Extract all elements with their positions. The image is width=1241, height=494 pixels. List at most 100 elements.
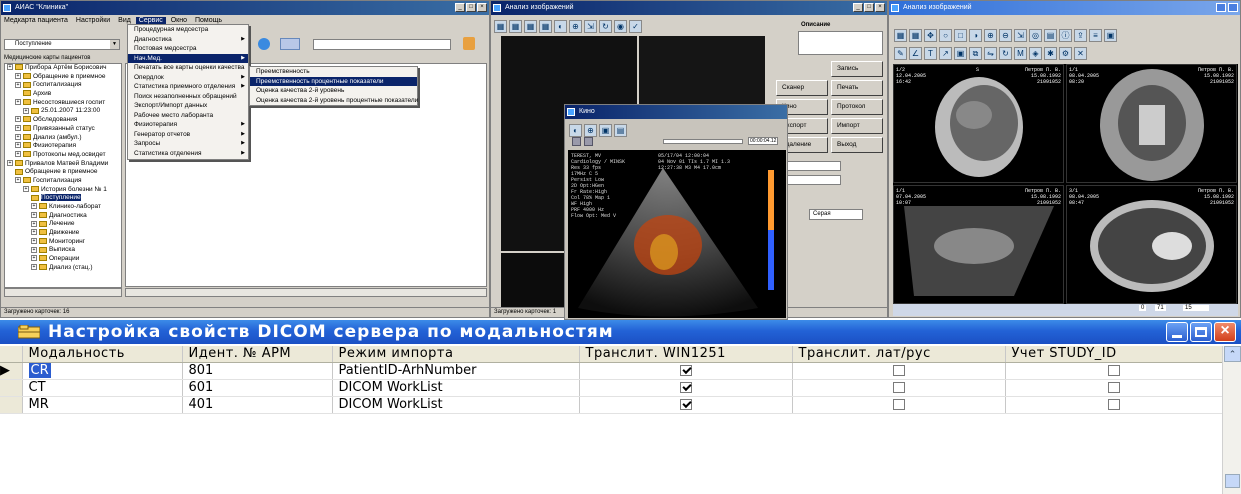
column-header-import-mode[interactable]: Режим импорта [332, 346, 580, 363]
service-menu-item[interactable]: Физиотерапия ▶ [128, 120, 248, 130]
layout-2-icon[interactable]: ▦ [509, 20, 522, 33]
invert-icon[interactable]: ◑ [969, 29, 982, 42]
tree-node[interactable]: + Обращение в приемное [5, 73, 121, 82]
zoom-in-icon[interactable]: ⊕ [984, 29, 997, 42]
print-button[interactable]: Печать [831, 80, 883, 96]
analysis-window-titlebar[interactable]: Анализ изображений [889, 1, 1240, 15]
expand-icon[interactable]: + [15, 142, 21, 149]
tree-node[interactable]: + Госпитализация [5, 81, 121, 90]
palette-icon[interactable]: ▣ [1104, 29, 1117, 42]
menu-help[interactable]: Помощь [192, 17, 225, 24]
expand-icon[interactable]: + [15, 177, 21, 184]
window-width-field[interactable] [781, 161, 841, 171]
expand-icon[interactable]: + [31, 229, 37, 236]
service-menu-item[interactable]: Процедурная медсестра [128, 25, 248, 35]
tree-node[interactable]: Обращение в приемное [5, 168, 121, 177]
table-vscrollbar[interactable]: ⌃ [1222, 346, 1241, 494]
analysis-image-panel[interactable]: 1/1 07.04.2005 10:07 Петров П. В. 15.08.1992… [893, 185, 1064, 304]
tree-node[interactable]: +25.01.2007 11:23:00 [5, 107, 121, 116]
save-icon[interactable]: ▤ [1044, 29, 1057, 42]
color-icon[interactable]: ◉ [614, 20, 627, 33]
expand-icon[interactable]: + [31, 211, 37, 218]
scanner-button[interactable]: Сканер [776, 80, 828, 96]
service-menu-item[interactable]: Поиск незаполненных обращений [128, 92, 248, 102]
expand-icon[interactable]: + [7, 159, 13, 166]
analysis-image-panel[interactable]: 3/1 08.04.2005 08:47 Петров П. В. 15.08.1992… [1066, 185, 1237, 304]
check-icon[interactable]: ✓ [629, 20, 642, 33]
service-menu-item[interactable]: Печатать все карты оценки качества [128, 63, 248, 73]
circle-icon[interactable]: ○ [939, 29, 952, 42]
gear-icon[interactable]: ⚙ [1059, 47, 1072, 60]
viewer-close-button[interactable]: × [875, 3, 885, 12]
arm-cell[interactable]: 401 [182, 396, 333, 414]
person-icon[interactable] [463, 37, 475, 50]
service-menu-item[interactable]: Экспорт/Импорт данных [128, 101, 248, 111]
expand-icon[interactable]: + [7, 64, 13, 71]
expand-icon[interactable]: + [15, 72, 21, 79]
measure-icon[interactable]: ⇲ [584, 20, 597, 33]
modality-cell[interactable]: MR [22, 396, 183, 414]
expand-icon[interactable]: + [23, 185, 29, 192]
tree-node[interactable]: + Госпитализация [5, 177, 121, 186]
column-header-arm[interactable]: Идент. № АРМ [182, 346, 333, 363]
status-combo[interactable]: Поступление ▼ [4, 39, 120, 50]
copy-icon[interactable]: ⧉ [969, 47, 982, 60]
menu-settings[interactable]: Настройки [73, 17, 113, 24]
tree-node[interactable]: + Мониторинг [5, 238, 121, 247]
expand-icon[interactable]: + [31, 203, 37, 210]
expand-icon[interactable]: + [31, 246, 37, 253]
expand-icon[interactable]: + [15, 81, 21, 88]
pencil-icon[interactable]: ✎ [894, 47, 907, 60]
scroll-up-icon[interactable]: ⌃ [1224, 346, 1241, 362]
viewer-maximize-button[interactable]: □ [864, 3, 874, 12]
table-row[interactable]: MR 401 DICOM WorkList [0, 396, 1223, 414]
info-icon[interactable]: ⓘ [1059, 29, 1072, 42]
service-menu-item[interactable]: Нач.Мед. ▶ [128, 53, 248, 63]
tree-hscrollbar[interactable] [4, 288, 122, 297]
modality-cell[interactable]: CT [22, 379, 183, 397]
dicom-close-button[interactable]: × [1214, 322, 1236, 342]
cine-window-titlebar[interactable]: Кино [565, 105, 787, 119]
column-header-modality[interactable]: Модальность [22, 346, 183, 363]
analysis-image-panel[interactable]: 1/1 08.04.2005 08:20 Петров П. В. 15.08.1992… [1066, 64, 1237, 183]
tree-node[interactable]: + Физиотерапия [5, 142, 121, 151]
arm-cell[interactable]: 601 [182, 379, 333, 397]
import-mode-cell[interactable]: DICOM WorkList [332, 379, 580, 397]
dicom-maximize-button[interactable] [1190, 322, 1212, 342]
expand-icon[interactable]: + [15, 116, 21, 123]
service-menu-item[interactable]: Статистика приемного отделения ▶ [128, 82, 248, 92]
minimize-button[interactable]: _ [455, 3, 465, 12]
checkbox[interactable] [892, 365, 905, 376]
checkbox[interactable] [1107, 365, 1120, 376]
checkbox[interactable] [892, 399, 905, 410]
echo-image[interactable]: TEREST, MV Cardiology / MINSK Res 33 fps 17… [568, 150, 786, 318]
patient-tree[interactable]: + Прибора Артём Борисович + Обращение в при… [4, 63, 122, 288]
expand-icon[interactable]: + [31, 264, 37, 271]
tree-node[interactable]: + Лечение [5, 220, 121, 229]
menu-window[interactable]: Окно [168, 17, 190, 24]
zoom-out-icon[interactable]: ⊖ [999, 29, 1012, 42]
tree-node[interactable]: + Выписка [5, 246, 121, 255]
scroll-thumb[interactable] [1225, 474, 1240, 488]
tree-node[interactable]: + Прибора Артём Борисович [5, 64, 121, 73]
modality-cell[interactable]: CR [22, 362, 183, 380]
record-button[interactable]: Запись [831, 61, 883, 77]
flip-icon[interactable]: ⇋ [984, 47, 997, 60]
tree-node[interactable]: + Протоколы мед.освидет [5, 151, 121, 160]
stop-icon[interactable] [584, 137, 593, 146]
grid2-icon[interactable]: ▦ [909, 29, 922, 42]
layers-icon[interactable]: ≡ [1089, 29, 1102, 42]
expand-icon[interactable]: + [15, 125, 21, 132]
protocol-button[interactable]: Протокол [831, 99, 883, 115]
expand-icon[interactable]: + [15, 99, 21, 106]
filter-icon[interactable]: ◈ [1029, 47, 1042, 60]
frame-slider[interactable] [663, 139, 743, 144]
layout-4-icon[interactable]: ▦ [539, 20, 552, 33]
submenu-item[interactable]: Преемственность процентные показатели [250, 76, 417, 86]
exit-button[interactable]: Выход [831, 137, 883, 153]
layout-3-icon[interactable]: ▦ [524, 20, 537, 33]
service-menu-item[interactable]: Постовая медсестра [128, 44, 248, 54]
column-header-translit-win1251[interactable]: Транслит. WIN1251 [579, 346, 793, 363]
tree-node[interactable]: + Клинико-лаборат [5, 203, 121, 212]
checkbox[interactable] [892, 382, 905, 393]
